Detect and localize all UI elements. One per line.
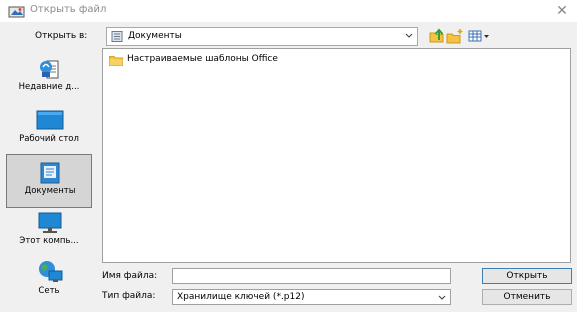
place-label: Сеть (38, 286, 60, 296)
window-title: Открыть файл (30, 4, 107, 15)
recent-documents-icon (40, 60, 59, 79)
up-folder-button[interactable] (427, 27, 447, 45)
chevron-down-icon (437, 292, 447, 307)
open-button[interactable]: Открыть (482, 268, 572, 284)
new-folder-button[interactable] (445, 27, 465, 45)
places-bar: Недавние д... Рабочий стол Документы Это… (4, 48, 92, 304)
cancel-button[interactable]: Отменить (482, 289, 572, 305)
file-list[interactable]: Настраиваемые шаблоны Office (102, 48, 571, 263)
list-item[interactable]: Настраиваемые шаблоны Office (105, 52, 325, 68)
chevron-down-icon (404, 30, 416, 45)
computer-icon (38, 212, 62, 233)
place-desktop[interactable]: Рабочий стол (6, 104, 92, 158)
file-name: Настраиваемые шаблоны Office (127, 54, 278, 64)
desktop-icon (36, 110, 64, 130)
documents-folder-icon (111, 31, 123, 42)
look-in-label: Открыть в: (35, 31, 88, 41)
file-name-input[interactable] (172, 268, 451, 284)
view-menu-button[interactable] (466, 27, 492, 45)
app-icon (8, 5, 26, 18)
new-folder-icon (446, 29, 463, 44)
look-in-value: Документы (128, 31, 182, 41)
place-this-computer[interactable]: Этот компь... (6, 208, 92, 262)
place-label: Рабочий стол (19, 134, 79, 144)
file-type-value: Хранилище ключей (*.p12) (177, 292, 305, 302)
network-icon (39, 261, 63, 282)
file-name-label: Имя файла: (102, 271, 158, 281)
view-menu-icon (468, 30, 489, 42)
documents-icon (40, 162, 60, 184)
file-type-label: Тип файла: (102, 291, 156, 301)
place-documents[interactable]: Документы (6, 154, 92, 208)
place-recent-documents[interactable]: Недавние д... (6, 50, 92, 104)
up-folder-icon (429, 28, 444, 43)
place-label: Недавние д... (18, 82, 80, 92)
file-type-dropdown[interactable]: Хранилище ключей (*.p12) (172, 289, 451, 305)
title-bar: Открыть файл ✕ (0, 0, 577, 22)
close-icon[interactable]: ✕ (553, 2, 571, 20)
folder-icon (109, 56, 123, 66)
look-in-dropdown[interactable]: Документы (106, 27, 418, 46)
place-label: Документы (24, 186, 76, 196)
place-label: Этот компь... (19, 236, 79, 246)
